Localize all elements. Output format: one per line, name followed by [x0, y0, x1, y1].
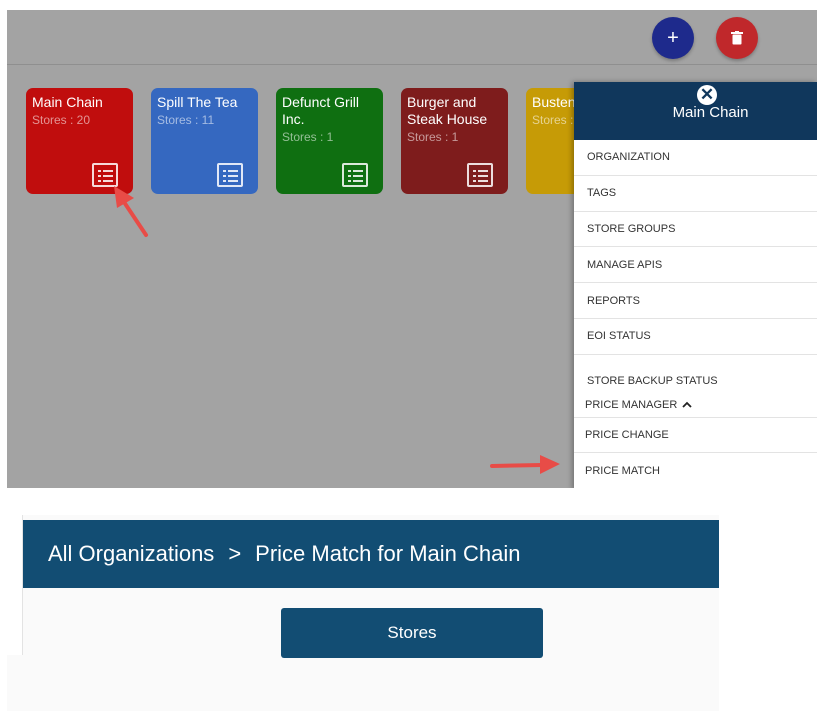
list-icon[interactable] [217, 163, 243, 187]
list-icon[interactable] [342, 163, 368, 187]
org-card-main-chain[interactable]: Main Chain Stores : 20 [26, 88, 133, 194]
stores-button[interactable]: Stores [281, 608, 543, 658]
toolbar-divider [7, 64, 817, 65]
plus-icon: + [667, 26, 679, 49]
org-card-name: Main Chain [32, 94, 103, 110]
list-icon[interactable] [467, 163, 493, 187]
drawer-item-manage-apis[interactable]: MANAGE APIS [574, 247, 817, 284]
org-card-name: Spill The Tea [157, 94, 238, 110]
drawer-item-store-backup-status[interactable]: STORE BACKUP STATUS [574, 355, 817, 391]
drawer-header: ✕ Main Chain [574, 82, 817, 140]
breadcrumb-all-organizations[interactable]: All Organizations [48, 541, 214, 567]
drawer-item-price-match[interactable]: PRICE MATCH [574, 453, 817, 488]
org-card-stores: Stores : 1 [407, 130, 459, 144]
drawer-item-price-manager[interactable]: PRICE MANAGER [574, 391, 817, 418]
list-icon[interactable] [92, 163, 118, 187]
close-icon[interactable]: ✕ [697, 85, 717, 105]
left-sidebar-edge [7, 515, 23, 655]
drawer-item-organization[interactable]: ORGANIZATION [574, 140, 817, 176]
organization-drawer: ✕ Main Chain ORGANIZATION TAGS STORE GRO… [574, 82, 817, 488]
price-manager-label: PRICE MANAGER [585, 398, 678, 411]
org-card-name: Defunct Grill Inc. [282, 94, 360, 127]
organizations-panel: + Main Chain Stores : 20 Spill The Tea S… [7, 10, 817, 488]
drawer-item-tags[interactable]: TAGS [574, 176, 817, 212]
chevron-up-icon [682, 401, 692, 408]
org-card-burger-steak-house[interactable]: Burger and Steak House Stores : 1 [401, 88, 508, 194]
org-card-spill-the-tea[interactable]: Spill The Tea Stores : 11 [151, 88, 258, 194]
trash-icon [731, 31, 743, 45]
price-match-page: All Organizations > Price Match for Main… [7, 515, 719, 711]
org-card-stores: Stores : 1 [282, 130, 334, 144]
org-card-defunct-grill[interactable]: Defunct Grill Inc. Stores : 1 [276, 88, 383, 194]
drawer-item-price-change[interactable]: PRICE CHANGE [574, 418, 817, 454]
org-card-name: Burger and Steak House [407, 94, 488, 127]
org-card-stores: Stores : 11 [157, 113, 215, 127]
drawer-item-reports[interactable]: REPORTS [574, 283, 817, 319]
drawer-item-eoi-status[interactable]: EOI STATUS [574, 319, 817, 355]
drawer-title: Main Chain [672, 104, 749, 121]
breadcrumb-separator: > [228, 541, 242, 566]
org-card-stores: Stores : 20 [32, 113, 91, 127]
screenshot-root: + Main Chain Stores : 20 Spill The Tea S… [0, 0, 817, 711]
delete-organization-button[interactable] [716, 17, 758, 59]
drawer-item-store-groups[interactable]: STORE GROUPS [574, 212, 817, 248]
page-title: Price Match for Main Chain [255, 541, 521, 566]
page-header: All Organizations > Price Match for Main… [23, 520, 719, 588]
add-organization-button[interactable]: + [652, 17, 694, 59]
